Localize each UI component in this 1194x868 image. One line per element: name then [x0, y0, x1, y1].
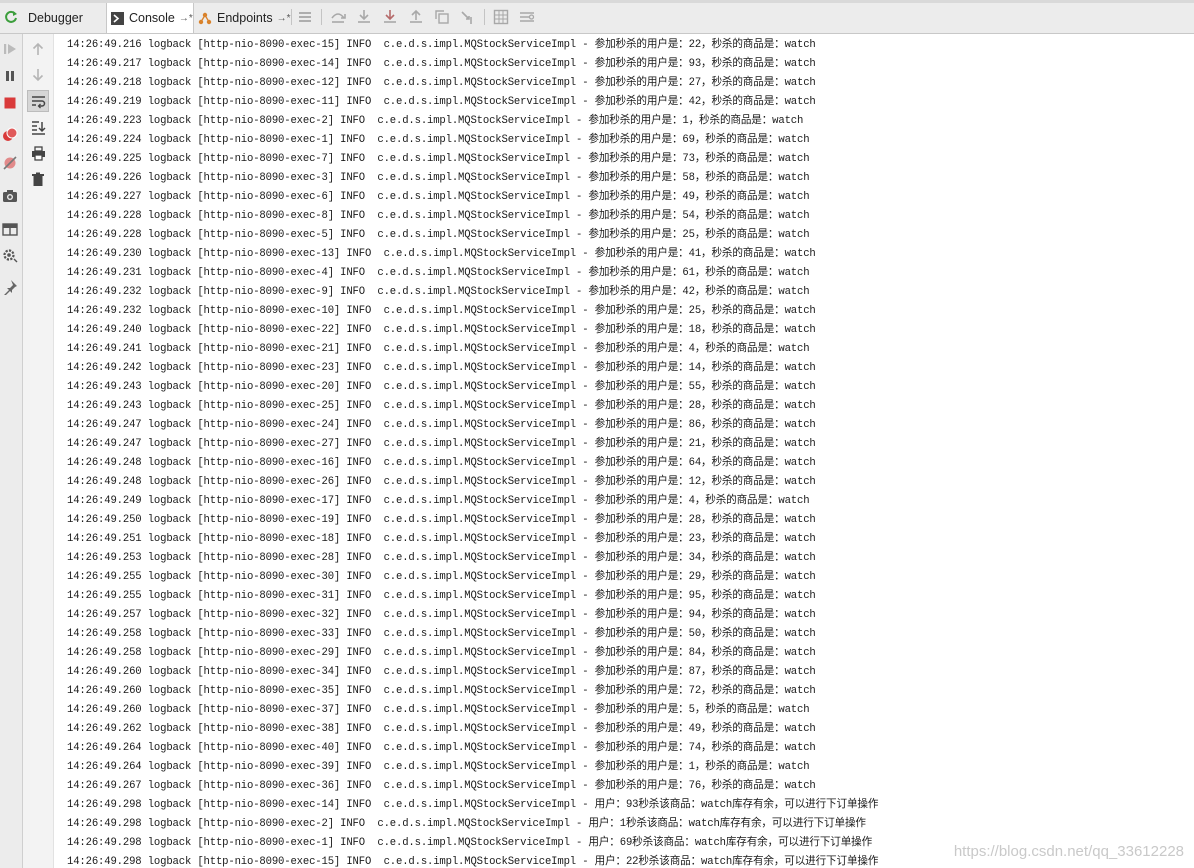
layout-icon[interactable]: [1, 220, 19, 238]
up-arrow-icon[interactable]: [29, 40, 47, 58]
console-line: 14:26:49.230 logback [http-nio-8090-exec…: [67, 248, 816, 260]
pause-icon[interactable]: [1, 67, 19, 85]
console-actions-bar: [23, 34, 54, 868]
settings-gear-icon[interactable]: [1, 246, 19, 264]
trace-icon[interactable]: [518, 8, 536, 26]
toolbar-separator: [321, 9, 322, 25]
tab-debugger-label: Debugger: [28, 11, 83, 25]
console-line: 14:26:49.258 logback [http-nio-8090-exec…: [67, 628, 816, 640]
console-line: 14:26:49.248 logback [http-nio-8090-exec…: [67, 476, 816, 488]
endpoints-icon: [198, 11, 212, 25]
debug-toolbar: Debugger Console →* Endpoints →*: [0, 0, 1194, 34]
console-line: 14:26:49.250 logback [http-nio-8090-exec…: [67, 514, 816, 526]
resume-icon[interactable]: [1, 40, 19, 58]
console-line: 14:26:49.260 logback [http-nio-8090-exec…: [67, 666, 816, 678]
console-line: 14:26:49.260 logback [http-nio-8090-exec…: [67, 685, 816, 697]
console-line: 14:26:49.255 logback [http-nio-8090-exec…: [67, 590, 816, 602]
console-line: 14:26:49.247 logback [http-nio-8090-exec…: [67, 438, 816, 450]
console-line: 14:26:49.251 logback [http-nio-8090-exec…: [67, 533, 816, 545]
console-line: 14:26:49.298 logback [http-nio-8090-exec…: [67, 799, 879, 811]
console-line: 14:26:49.258 logback [http-nio-8090-exec…: [67, 647, 816, 659]
toolbar-separator: [291, 9, 292, 25]
console-output[interactable]: 14:26:49.216 logback [http-nio-8090-exec…: [54, 36, 1194, 868]
console-line: 14:26:49.243 logback [http-nio-8090-exec…: [67, 400, 816, 412]
console-line: 14:26:49.241 logback [http-nio-8090-exec…: [67, 343, 810, 355]
pin-tab-icon[interactable]: →*: [179, 13, 193, 24]
tab-endpoints[interactable]: Endpoints →*: [194, 3, 291, 33]
force-step-into-icon[interactable]: [381, 8, 399, 26]
console-line: 14:26:49.253 logback [http-nio-8090-exec…: [67, 552, 816, 564]
view-breakpoints-icon[interactable]: [1, 126, 19, 144]
console-line: 14:26:49.264 logback [http-nio-8090-exec…: [67, 742, 816, 754]
menu-icon[interactable]: [296, 8, 314, 26]
console-line: 14:26:49.224 logback [http-nio-8090-exec…: [67, 134, 810, 146]
console-line: 14:26:49.231 logback [http-nio-8090-exec…: [67, 267, 810, 279]
pin-tab-icon[interactable]: →*: [277, 13, 291, 24]
console-line: 14:26:49.228 logback [http-nio-8090-exec…: [67, 210, 810, 222]
console-line: 14:26:49.228 logback [http-nio-8090-exec…: [67, 229, 810, 241]
tab-console[interactable]: Console →*: [106, 3, 194, 33]
console-line: 14:26:49.232 logback [http-nio-8090-exec…: [67, 286, 810, 298]
console-line: 14:26:49.219 logback [http-nio-8090-exec…: [67, 96, 816, 108]
console-line: 14:26:49.226 logback [http-nio-8090-exec…: [67, 172, 810, 184]
console-line: 14:26:49.298 logback [http-nio-8090-exec…: [67, 837, 873, 849]
console-line: 14:26:49.255 logback [http-nio-8090-exec…: [67, 571, 816, 583]
mute-breakpoints-icon[interactable]: [1, 154, 19, 172]
console-line: 14:26:49.249 logback [http-nio-8090-exec…: [67, 495, 810, 507]
print-icon[interactable]: [29, 144, 47, 162]
console-line: 14:26:49.232 logback [http-nio-8090-exec…: [67, 305, 816, 317]
tab-endpoints-label: Endpoints: [217, 11, 273, 25]
step-into-icon[interactable]: [355, 8, 373, 26]
console-line: 14:26:49.225 logback [http-nio-8090-exec…: [67, 153, 810, 165]
console-line: 14:26:49.264 logback [http-nio-8090-exec…: [67, 761, 810, 773]
console-line: 14:26:49.243 logback [http-nio-8090-exec…: [67, 381, 816, 393]
pin-icon[interactable]: [1, 278, 19, 296]
watermark: https://blog.csdn.net/qq_33612228: [953, 843, 1184, 860]
soft-wrap-icon[interactable]: [27, 90, 49, 112]
clear-trash-icon[interactable]: [29, 170, 47, 188]
console-line: 14:26:49.242 logback [http-nio-8090-exec…: [67, 362, 816, 374]
console-line: 14:26:49.223 logback [http-nio-8090-exec…: [67, 115, 804, 127]
console-line: 14:26:49.262 logback [http-nio-8090-exec…: [67, 723, 816, 735]
tab-debugger[interactable]: Debugger: [24, 3, 106, 33]
console-line: 14:26:49.267 logback [http-nio-8090-exec…: [67, 780, 816, 792]
console-line: 14:26:49.240 logback [http-nio-8090-exec…: [67, 324, 816, 336]
down-arrow-icon[interactable]: [29, 66, 47, 84]
toolbar-separator: [484, 9, 485, 25]
console-icon: [111, 11, 124, 25]
rerun-icon[interactable]: [2, 8, 20, 26]
console-line: 14:26:49.218 logback [http-nio-8090-exec…: [67, 77, 816, 89]
console-line: 14:26:49.260 logback [http-nio-8090-exec…: [67, 704, 810, 716]
stop-icon[interactable]: [1, 94, 19, 112]
console-line: 14:26:49.248 logback [http-nio-8090-exec…: [67, 457, 816, 469]
console-line: 14:26:49.298 logback [http-nio-8090-exec…: [67, 856, 879, 868]
tab-console-label: Console: [129, 11, 175, 25]
console-line: 14:26:49.216 logback [http-nio-8090-exec…: [67, 39, 816, 51]
step-out-icon[interactable]: [407, 8, 425, 26]
console-line: 14:26:49.257 logback [http-nio-8090-exec…: [67, 609, 816, 621]
console-line: 14:26:49.217 logback [http-nio-8090-exec…: [67, 58, 816, 70]
console-line: 14:26:49.247 logback [http-nio-8090-exec…: [67, 419, 816, 431]
debug-sidebar: [0, 34, 23, 868]
run-to-cursor-icon[interactable]: [459, 8, 477, 26]
drop-frame-icon[interactable]: [433, 8, 451, 26]
console-line: 14:26:49.298 logback [http-nio-8090-exec…: [67, 818, 866, 830]
evaluate-icon[interactable]: [492, 8, 510, 26]
scroll-to-end-icon[interactable]: [29, 118, 47, 136]
camera-icon[interactable]: [1, 187, 19, 205]
console-line: 14:26:49.227 logback [http-nio-8090-exec…: [67, 191, 810, 203]
step-over-icon[interactable]: [329, 8, 347, 26]
